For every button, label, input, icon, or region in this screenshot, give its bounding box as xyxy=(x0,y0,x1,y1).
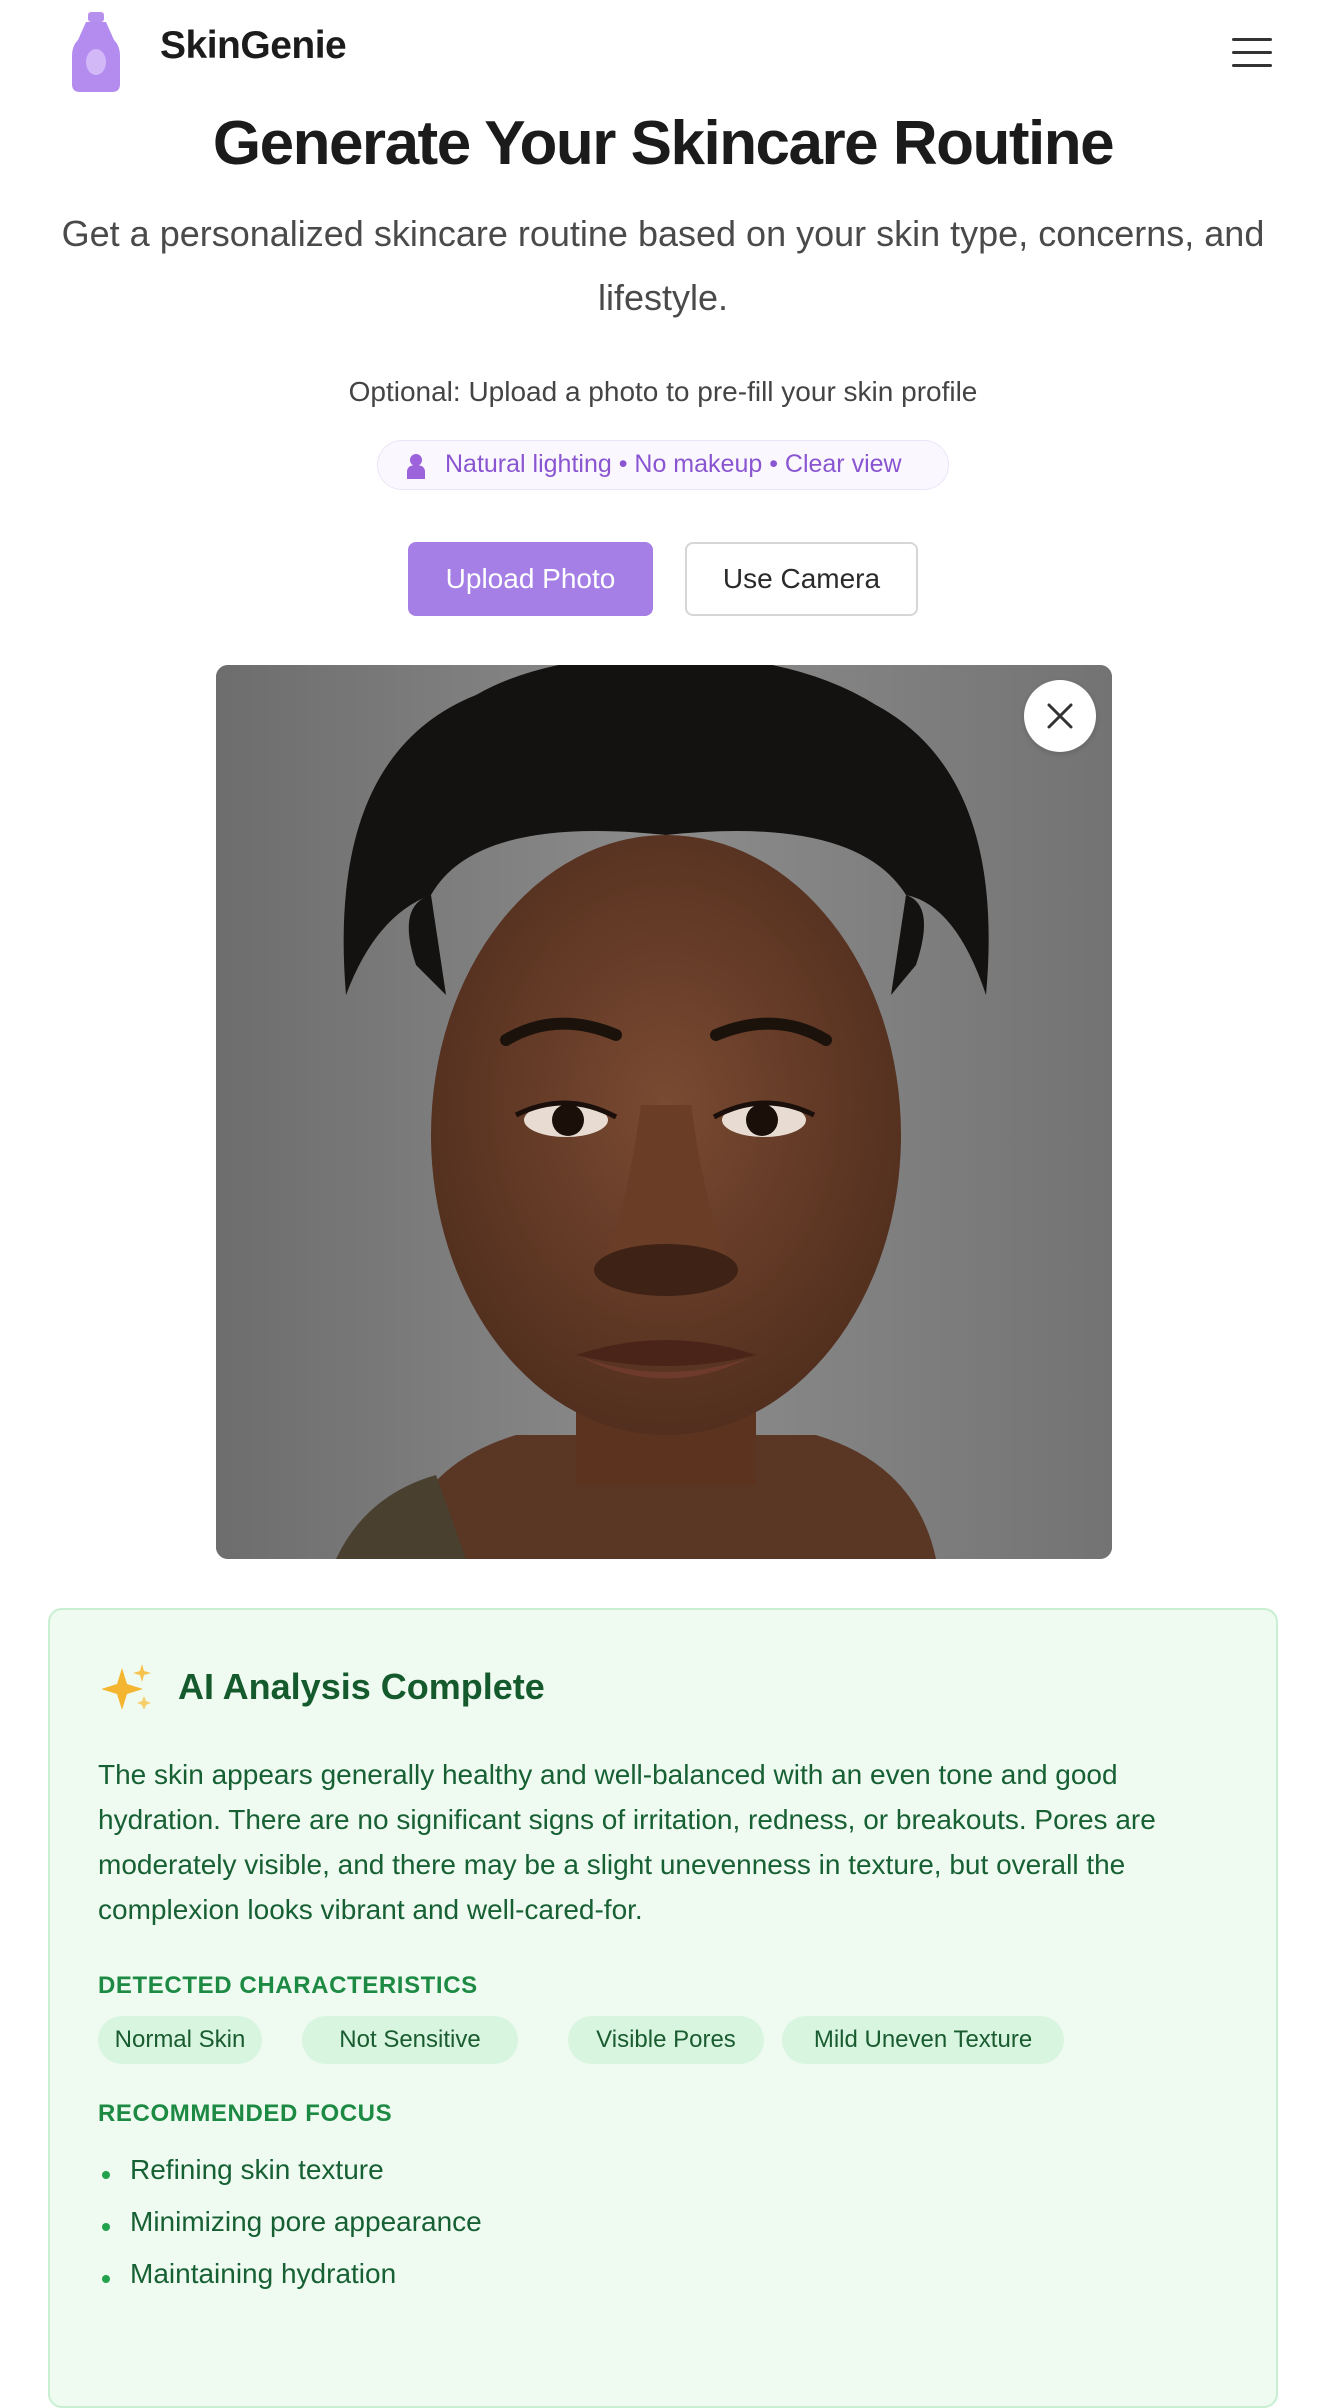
focus-label: RECOMMENDED FOCUS xyxy=(98,2100,393,2127)
optional-upload-text: Optional: Upload a photo to pre-fill you… xyxy=(348,376,978,407)
bullet-icon xyxy=(102,2223,110,2231)
use-camera-button[interactable]: Use Camera xyxy=(685,542,918,616)
hamburger-menu-icon[interactable] xyxy=(1232,38,1272,70)
characteristics-label: DETECTED CHARACTERISTICS xyxy=(98,1972,478,1999)
analysis-title: AI Analysis Complete xyxy=(178,1666,545,1707)
person-icon xyxy=(407,454,425,479)
chip-characteristic: Not Sensitive xyxy=(302,2016,518,2064)
chip-characteristic: Mild Uneven Texture xyxy=(782,2016,1064,2064)
ai-analysis-card: AI Analysis Complete The skin appears ge… xyxy=(48,1608,1278,2408)
page-subtitle: Get a personalized skincare routine base… xyxy=(61,213,1265,318)
photo-tips-text: Natural lighting • No makeup • Clear vie… xyxy=(445,450,902,478)
serum-bottle-icon[interactable] xyxy=(70,12,122,94)
face-photo-illustration xyxy=(216,665,1112,1559)
page-title: Generate Your Skincare Routine xyxy=(212,109,1115,178)
focus-item: Minimizing pore appearance xyxy=(98,2206,482,2258)
brand-name[interactable]: SkinGenie xyxy=(160,24,347,68)
focus-item-text: Refining skin texture xyxy=(130,2154,384,2185)
close-photo-button[interactable] xyxy=(1024,680,1096,752)
chip-characteristic: Normal Skin xyxy=(98,2016,262,2064)
photo-tips-badge: Natural lighting • No makeup • Clear vie… xyxy=(377,440,949,490)
focus-item-text: Minimizing pore appearance xyxy=(130,2206,482,2237)
analysis-description: The skin appears generally healthy and w… xyxy=(98,1759,1156,1925)
bullet-icon xyxy=(102,2275,110,2283)
focus-list: Refining skin texture Minimizing pore ap… xyxy=(98,2154,482,2310)
focus-item-text: Maintaining hydration xyxy=(130,2258,397,2289)
focus-item: Refining skin texture xyxy=(98,2154,482,2206)
bullet-icon xyxy=(102,2171,110,2179)
chip-characteristic: Visible Pores xyxy=(568,2016,764,2064)
sparkles-icon xyxy=(102,1664,151,1710)
app-header: SkinGenie xyxy=(0,0,1326,110)
upload-photo-button[interactable]: Upload Photo xyxy=(408,542,653,616)
uploaded-photo-preview xyxy=(216,665,1112,1559)
focus-item: Maintaining hydration xyxy=(98,2258,482,2310)
close-icon[interactable] xyxy=(1046,702,1074,730)
